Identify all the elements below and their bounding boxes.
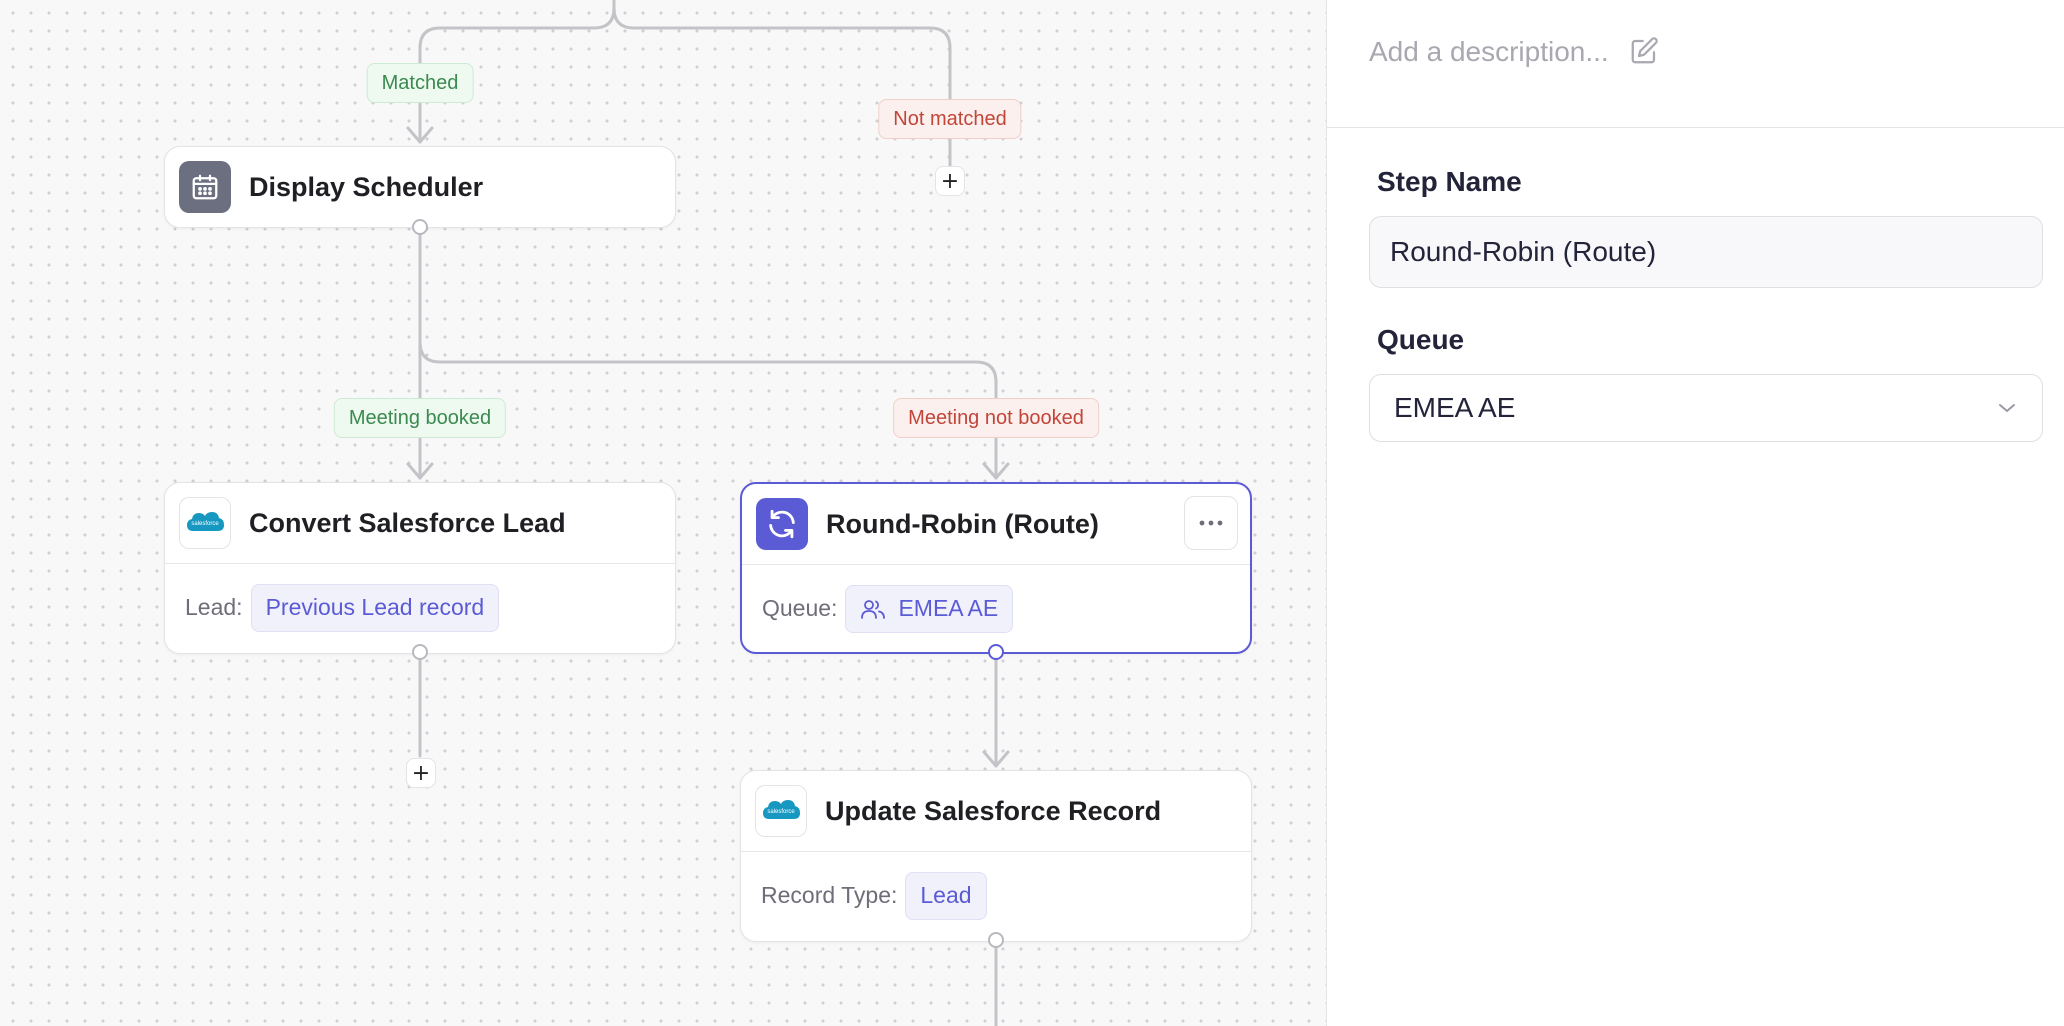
svg-text:salesforce: salesforce xyxy=(767,809,795,815)
step-settings-panel: Add a description... Step Name Round-Rob… xyxy=(1326,0,2064,1026)
node-handle-round-robin[interactable] xyxy=(988,644,1004,660)
salesforce-icon: salesforce xyxy=(755,785,807,837)
node-handle-update-record[interactable] xyxy=(988,932,1004,948)
edge-label-meeting-booked: Meeting booked xyxy=(333,398,507,438)
flow-canvas[interactable]: Matched Not matched Meeting booked Meeti… xyxy=(0,0,1326,1026)
node-display-scheduler[interactable]: Display Scheduler xyxy=(164,146,676,228)
edge-label-not-matched: Not matched xyxy=(878,99,1022,139)
edge-label-matched: Matched xyxy=(366,63,474,103)
add-step-button-after-convert[interactable]: + xyxy=(406,758,436,788)
step-name-label: Step Name xyxy=(1377,166,1522,197)
field-label-queue: Queue: xyxy=(762,595,838,621)
queue-select-value: EMEA AE xyxy=(1394,392,1516,423)
node-handle-convert-lead[interactable] xyxy=(412,644,428,660)
salesforce-icon: salesforce xyxy=(179,497,231,549)
edit-icon[interactable] xyxy=(1629,36,1659,71)
edge-label-meeting-not-booked: Meeting not booked xyxy=(893,398,1099,438)
step-name-input[interactable]: Round-Robin (Route) xyxy=(1369,216,2043,288)
svg-text:salesforce: salesforce xyxy=(191,521,219,527)
node-title: Update Salesforce Record xyxy=(825,795,1162,826)
more-horizontal-icon xyxy=(1199,520,1223,526)
chevron-down-icon xyxy=(1999,404,2015,412)
users-icon xyxy=(861,599,886,619)
calendar-icon xyxy=(179,161,231,213)
refresh-icon xyxy=(756,498,808,550)
edge-not-matched xyxy=(612,0,952,168)
node-update-salesforce-record[interactable]: salesforce Update Salesforce Record Reco… xyxy=(740,770,1252,942)
node-round-robin-route[interactable]: Round-Robin (Route) Queue: EMEA AE xyxy=(740,482,1252,654)
node-more-button[interactable] xyxy=(1184,496,1238,550)
node-title: Round-Robin (Route) xyxy=(826,508,1099,539)
queue-value-text: EMEA AE xyxy=(898,595,999,621)
edge-meeting-not-booked xyxy=(418,234,998,480)
description-row[interactable]: Add a description... xyxy=(1327,0,2064,128)
node-title: Convert Salesforce Lead xyxy=(249,507,566,538)
field-label-lead: Lead: xyxy=(185,594,243,620)
record-type-chip[interactable]: Lead xyxy=(905,871,987,920)
node-handle-display-scheduler[interactable] xyxy=(412,219,428,235)
description-placeholder[interactable]: Add a description... xyxy=(1369,36,1609,68)
add-step-button-not-matched[interactable]: + xyxy=(935,166,965,196)
field-label-record-type: Record Type: xyxy=(761,882,898,908)
lead-value-chip[interactable]: Previous Lead record xyxy=(250,583,500,632)
node-title: Display Scheduler xyxy=(249,171,484,202)
node-convert-salesforce-lead[interactable]: salesforce Convert Salesforce Lead Lead:… xyxy=(164,482,676,654)
queue-label: Queue xyxy=(1377,324,1465,355)
queue-select[interactable]: EMEA AE xyxy=(1369,374,2043,442)
queue-value-chip[interactable]: EMEA AE xyxy=(845,584,1014,633)
